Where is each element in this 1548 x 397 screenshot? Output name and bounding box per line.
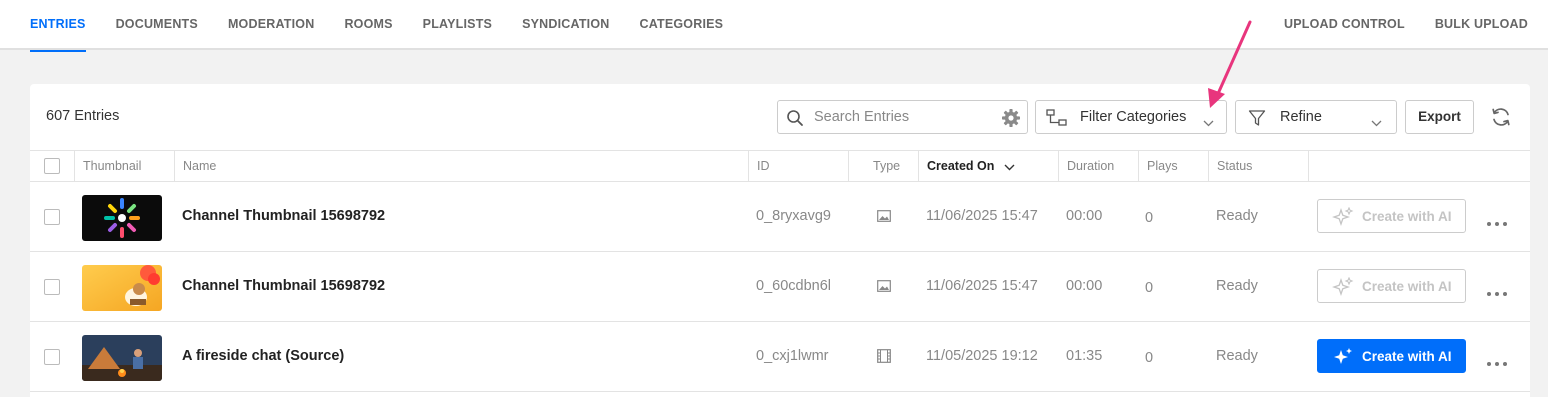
create-with-ai-button[interactable]: Create with AI — [1317, 339, 1466, 373]
upload-control-link[interactable]: UPLOAD CONTROL — [1284, 0, 1405, 50]
tab-categories[interactable]: CATEGORIES — [639, 0, 723, 50]
header-plays[interactable]: Plays — [1138, 151, 1208, 181]
more-actions-icon[interactable] — [1486, 354, 1508, 372]
filter-categories-button[interactable]: Filter Categories — [1035, 100, 1227, 134]
entry-created-on: 11/06/2025 15:47 — [926, 278, 1038, 294]
entry-id: 0_60cdbn6l — [756, 278, 831, 294]
header-thumbnail: Thumbnail — [74, 151, 174, 181]
export-button[interactable]: Export — [1405, 100, 1474, 134]
entry-name[interactable]: Channel Thumbnail 15698792 — [182, 208, 385, 224]
row-checkbox[interactable] — [44, 349, 60, 365]
sparkle-icon — [1332, 347, 1354, 370]
tab-entries[interactable]: ENTRIES — [30, 0, 86, 52]
table-header: Thumbnail Name ID Type Created On Durati… — [30, 150, 1530, 182]
entry-thumbnail[interactable] — [82, 335, 162, 381]
tab-syndication[interactable]: SYNDICATION — [522, 0, 609, 50]
header-id[interactable]: ID — [748, 151, 848, 181]
row-checkbox[interactable] — [44, 209, 60, 225]
entry-name[interactable]: A fireside chat (Source) — [182, 348, 344, 364]
entry-id: 0_cxj1lwmr — [756, 348, 829, 364]
entry-status: Ready — [1216, 348, 1258, 364]
header-created-on[interactable]: Created On — [918, 151, 1058, 181]
tab-documents[interactable]: DOCUMENTS — [116, 0, 198, 50]
row-checkbox[interactable] — [44, 279, 60, 295]
entries-count: 607 Entries — [46, 108, 120, 124]
entry-name[interactable]: Channel Thumbnail 15698792 — [182, 278, 385, 294]
entry-plays: 0 — [1145, 280, 1154, 296]
entry-created-on: 11/06/2025 15:47 — [926, 208, 1038, 224]
select-all-cell — [30, 151, 74, 181]
more-actions-icon[interactable] — [1486, 214, 1508, 232]
tab-playlists[interactable]: PLAYLISTS — [423, 0, 492, 50]
select-all-checkbox[interactable] — [44, 158, 60, 174]
create-with-ai-label: Create with AI — [1362, 209, 1452, 224]
entries-panel: 607 Entries Search Entries Filter Catego… — [30, 84, 1530, 397]
table-row[interactable]: Channel Thumbnail 15698792 0_60cdbn6l 11… — [30, 252, 1530, 322]
gear-icon[interactable] — [1001, 108, 1021, 133]
entry-plays: 0 — [1145, 350, 1154, 366]
header-actions — [1308, 151, 1530, 181]
search-box — [777, 100, 1028, 134]
create-with-ai-label: Create with AI — [1362, 349, 1452, 364]
search-icon — [786, 109, 804, 132]
sort-descending-icon — [1004, 160, 1015, 174]
entry-duration: 01:35 — [1066, 348, 1103, 364]
entry-status: Ready — [1216, 208, 1258, 224]
chevron-down-icon — [1203, 114, 1214, 132]
search-input[interactable] — [814, 107, 994, 127]
nav-actions: UPLOAD CONTROL BULK UPLOAD — [1254, 0, 1528, 50]
entry-thumbnail[interactable] — [82, 265, 162, 311]
header-status[interactable]: Status — [1208, 151, 1308, 181]
video-icon — [877, 349, 891, 368]
bulk-upload-link[interactable]: BULK UPLOAD — [1435, 0, 1528, 50]
category-tree-icon — [1046, 109, 1068, 132]
refine-label: Refine — [1280, 109, 1322, 125]
create-with-ai-button[interactable]: Create with AI — [1317, 199, 1466, 233]
header-name[interactable]: Name — [174, 151, 748, 181]
filter-categories-label: Filter Categories — [1080, 109, 1187, 125]
sparkle-icon — [1332, 276, 1354, 300]
entry-thumbnail[interactable] — [82, 195, 162, 241]
entry-duration: 00:00 — [1066, 208, 1103, 224]
tab-rooms[interactable]: ROOMS — [344, 0, 392, 50]
image-icon — [877, 279, 891, 297]
table-row[interactable]: A fireside chat (Source) 0_cxj1lwmr 11/0… — [30, 322, 1530, 392]
image-icon — [877, 209, 891, 227]
top-navigation: ENTRIES DOCUMENTS MODERATION ROOMS PLAYL… — [0, 0, 1548, 52]
more-actions-icon[interactable] — [1486, 284, 1508, 302]
header-duration[interactable]: Duration — [1058, 151, 1138, 181]
table-row[interactable]: Channel Thumbnail 15698792 0_8ryxavg9 11… — [30, 182, 1530, 252]
entry-id: 0_8ryxavg9 — [756, 208, 831, 224]
entry-created-on: 11/05/2025 19:12 — [926, 348, 1038, 364]
annotation-arrow-icon — [1200, 18, 1260, 115]
create-with-ai-label: Create with AI — [1362, 279, 1452, 294]
entry-status: Ready — [1216, 278, 1258, 294]
tab-moderation[interactable]: MODERATION — [228, 0, 315, 50]
entry-duration: 00:00 — [1066, 278, 1103, 294]
refresh-icon[interactable] — [1490, 106, 1512, 133]
chevron-down-icon — [1371, 114, 1382, 132]
create-with-ai-button[interactable]: Create with AI — [1317, 269, 1466, 303]
sparkle-icon — [1332, 206, 1354, 230]
header-type[interactable]: Type — [848, 151, 918, 181]
nav-tabs: ENTRIES DOCUMENTS MODERATION ROOMS PLAYL… — [30, 0, 753, 52]
header-created-on-label: Created On — [927, 159, 995, 173]
entry-plays: 0 — [1145, 210, 1154, 226]
